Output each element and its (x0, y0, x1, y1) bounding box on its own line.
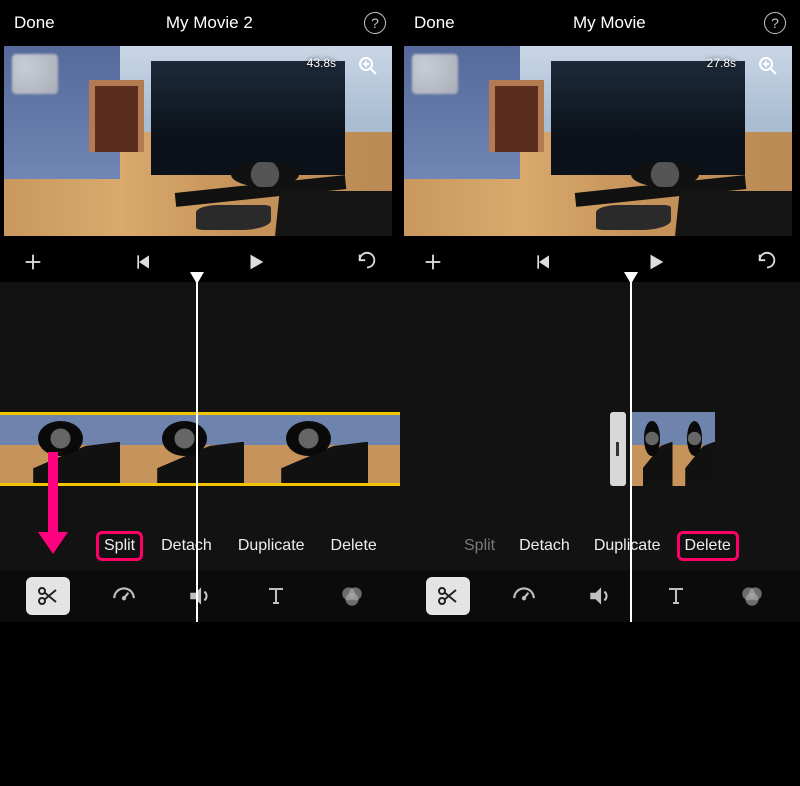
skip-back-button[interactable] (529, 247, 559, 277)
delete-action[interactable]: Delete (327, 535, 381, 557)
skip-back-button[interactable] (129, 247, 159, 277)
trim-handle[interactable] (610, 412, 626, 486)
text-tool[interactable] (254, 577, 298, 615)
add-button[interactable] (418, 247, 448, 277)
done-button[interactable]: Done (414, 13, 455, 33)
filters-tool[interactable] (730, 577, 774, 615)
playhead[interactable] (196, 282, 198, 622)
scissors-tool[interactable] (426, 577, 470, 615)
time-indicator: 27.8s (707, 56, 736, 70)
split-action: Split (460, 535, 499, 557)
split-action[interactable]: Split (100, 535, 139, 557)
project-title: My Movie (455, 13, 764, 33)
text-tool[interactable] (654, 577, 698, 615)
done-button[interactable]: Done (14, 13, 55, 33)
scissors-tool[interactable] (26, 577, 70, 615)
filters-tool[interactable] (330, 577, 374, 615)
play-button[interactable] (241, 247, 271, 277)
zoom-icon[interactable] (754, 52, 782, 80)
detach-action[interactable]: Detach (157, 535, 216, 557)
speed-tool[interactable] (502, 577, 546, 615)
speed-tool[interactable] (102, 577, 146, 615)
undo-button[interactable] (752, 247, 782, 277)
play-button[interactable] (641, 247, 671, 277)
detach-action[interactable]: Detach (515, 535, 574, 557)
time-indicator: 43.8s (307, 56, 336, 70)
timeline[interactable]: Split Detach Duplicate Delete (400, 282, 800, 622)
video-preview[interactable]: 43.8s (4, 46, 392, 236)
project-title: My Movie 2 (55, 13, 364, 33)
zoom-icon[interactable] (354, 52, 382, 80)
undo-button[interactable] (352, 247, 382, 277)
clip[interactable] (630, 412, 800, 486)
help-icon[interactable]: ? (764, 12, 786, 34)
volume-tool[interactable] (578, 577, 622, 615)
add-button[interactable] (18, 247, 48, 277)
playhead[interactable] (630, 282, 632, 622)
duplicate-action[interactable]: Duplicate (590, 535, 665, 557)
timeline[interactable]: Split Detach Duplicate Delete (0, 282, 400, 622)
annotation-arrow (38, 452, 68, 554)
volume-tool[interactable] (178, 577, 222, 615)
video-preview[interactable]: 27.8s (404, 46, 792, 236)
help-icon[interactable]: ? (364, 12, 386, 34)
delete-action[interactable]: Delete (681, 535, 735, 557)
duplicate-action[interactable]: Duplicate (234, 535, 309, 557)
